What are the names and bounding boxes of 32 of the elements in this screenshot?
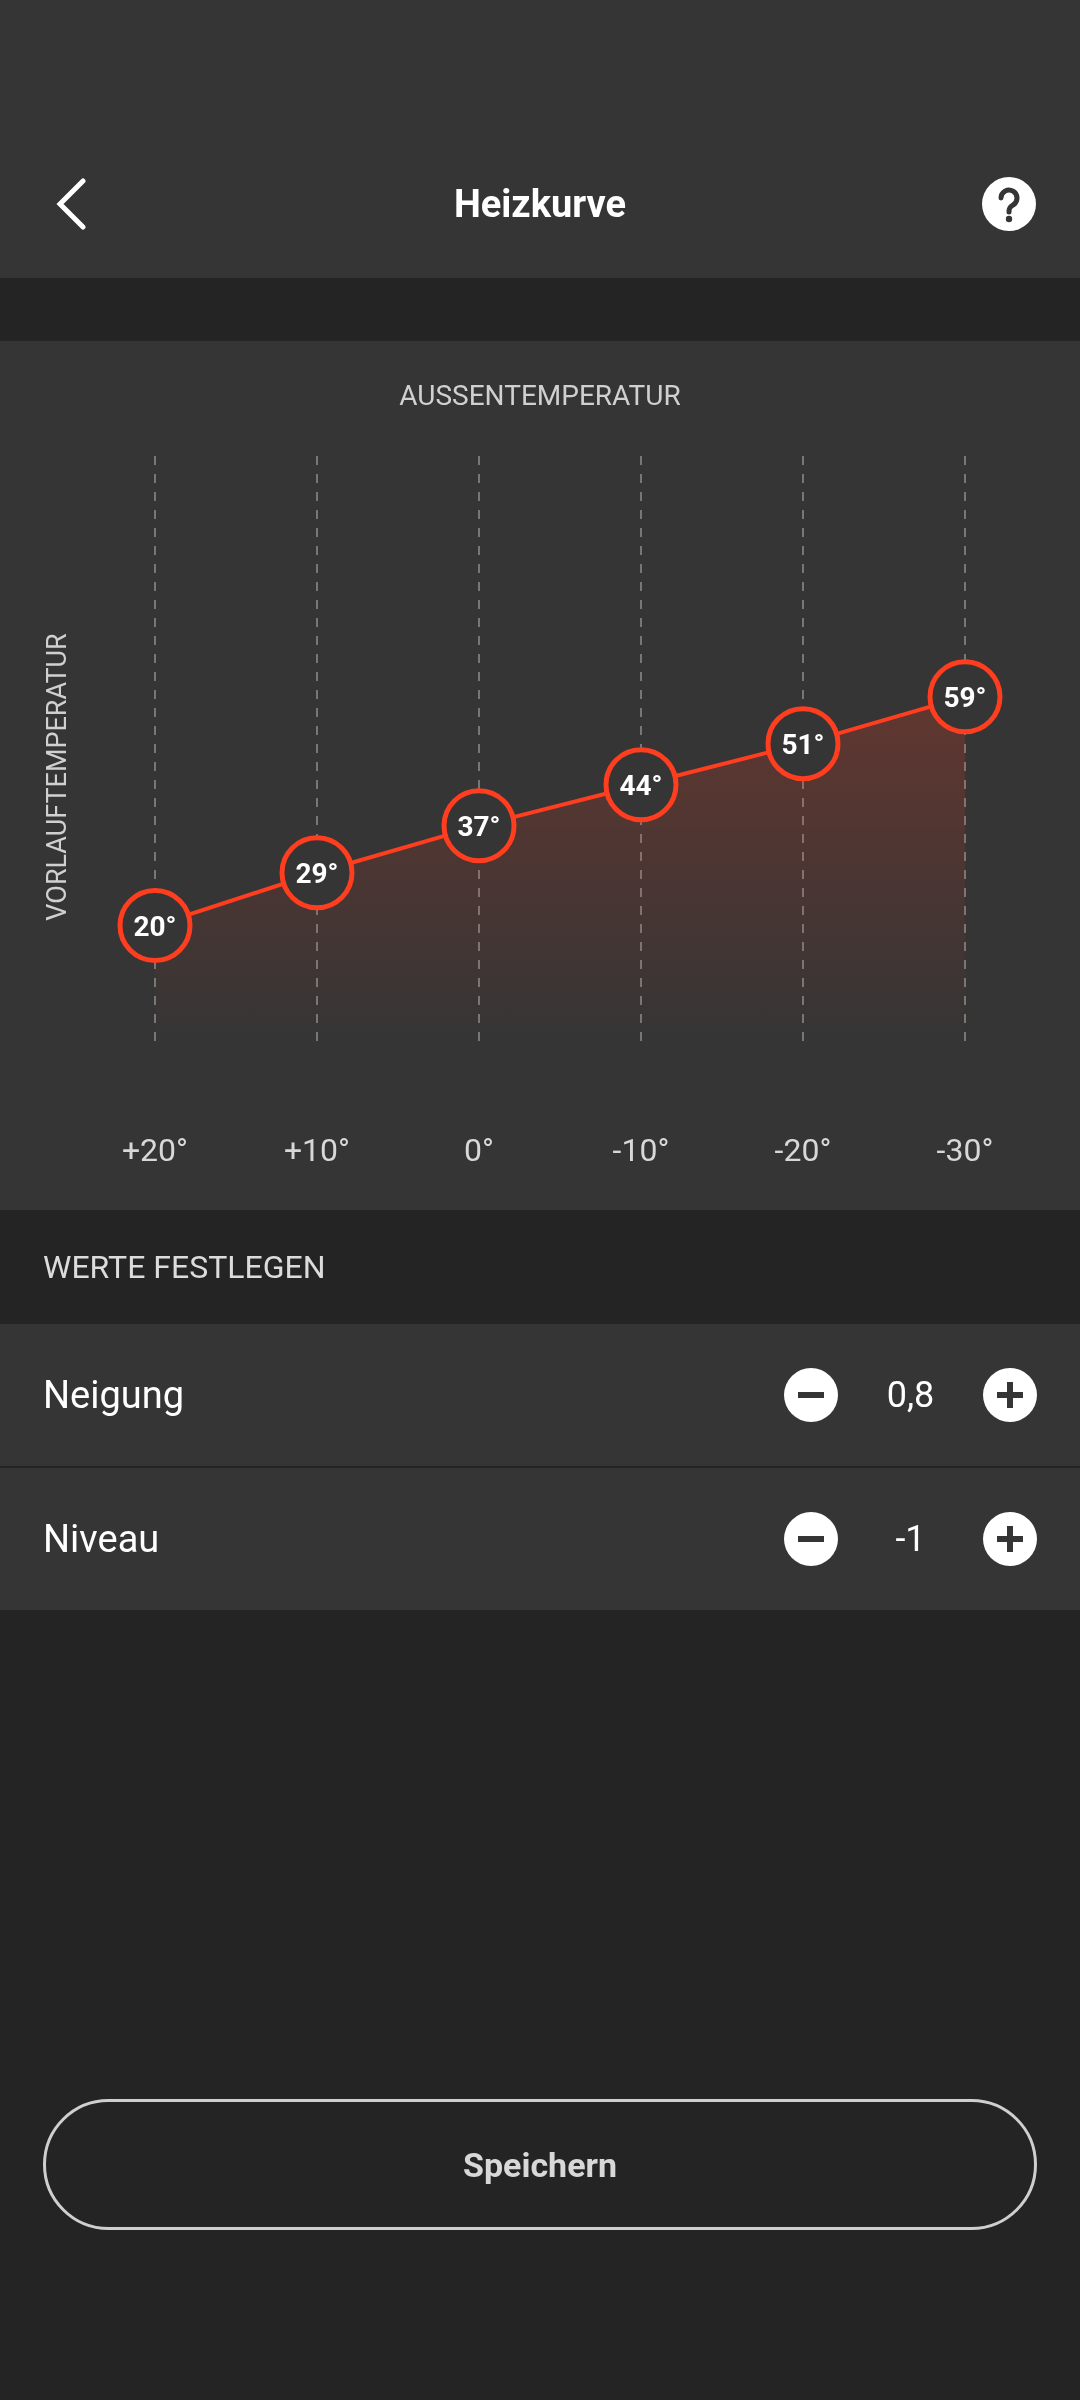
point-label: 20° — [133, 909, 177, 943]
setting-value: -1 — [894, 1518, 927, 1560]
point-label: 29° — [295, 856, 339, 890]
setting-label: Neigung — [43, 1373, 186, 1417]
setting-value: 0,8 — [885, 1374, 936, 1416]
axis-label: -10° — [612, 1131, 670, 1169]
point-label: 37° — [457, 809, 501, 843]
back-icon — [56, 178, 86, 230]
section-title: WERTE FESTLEGEN — [42, 1247, 327, 1288]
curve-line[interactable] — [117, 659, 1003, 963]
screen-title: Heizkurve — [453, 182, 627, 226]
axis-label: 0° — [464, 1131, 494, 1169]
minus-button[interactable] — [783, 1511, 839, 1567]
axis-title: VORLAUFTEMPERATUR — [41, 633, 73, 921]
minus-icon — [783, 1511, 839, 1567]
plus-button[interactable] — [982, 1367, 1038, 1423]
axis-label: +20° — [121, 1131, 189, 1169]
point-label: 44° — [619, 768, 663, 802]
minus-button[interactable] — [783, 1367, 839, 1423]
help-icon — [982, 177, 1036, 231]
minus-icon — [783, 1367, 839, 1423]
axis-title: AUSSENTEMPERATUR — [399, 378, 681, 414]
plus-button[interactable] — [982, 1511, 1038, 1567]
plus-icon — [982, 1511, 1038, 1567]
axis-label: +10° — [283, 1131, 351, 1169]
plus-icon — [982, 1367, 1038, 1423]
point-label: 51° — [781, 727, 825, 761]
axis-label: -30° — [936, 1131, 994, 1169]
point-label: 59° — [943, 680, 987, 714]
setting-label: Niveau — [43, 1517, 161, 1561]
save-button[interactable]: Speichern — [43, 2099, 1037, 2230]
axis-label: -20° — [774, 1131, 832, 1169]
